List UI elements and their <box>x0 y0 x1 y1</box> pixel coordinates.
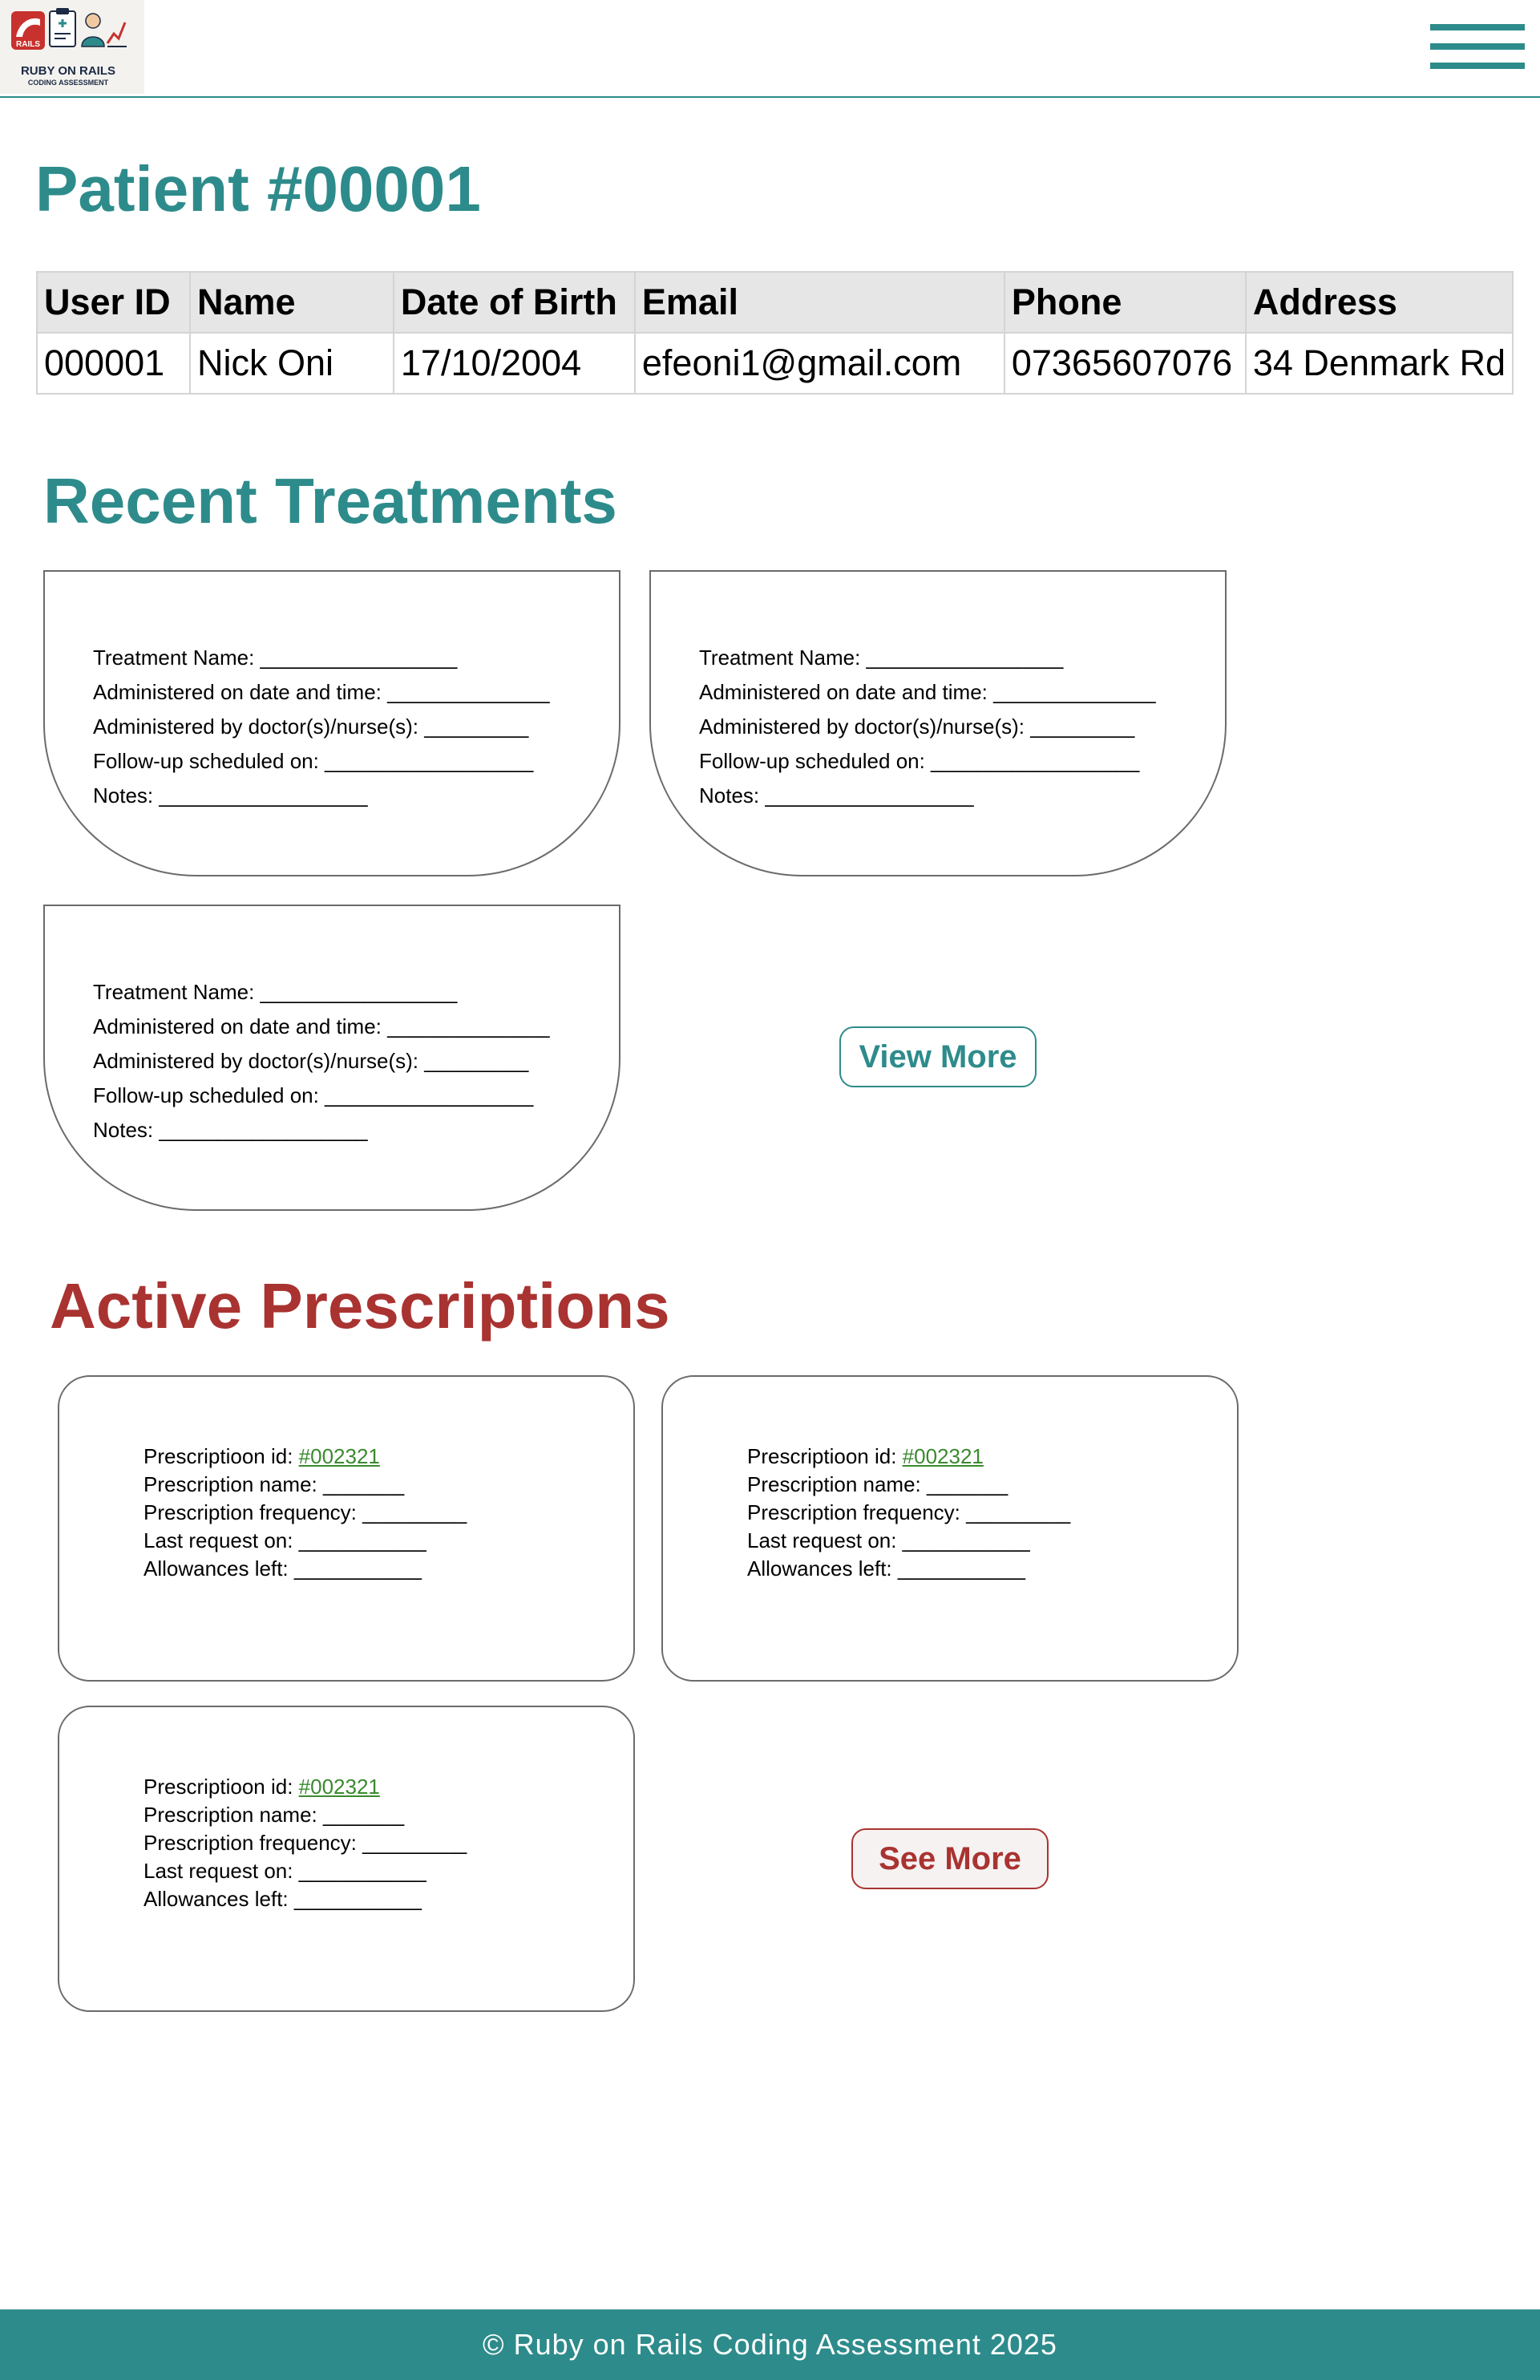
prescription-frequency-line: Prescription frequency: _________ <box>747 1500 1071 1524</box>
hamburger-icon[interactable] <box>1430 24 1525 74</box>
cell-address: 34 Denmark Rd <box>1244 332 1514 395</box>
administered-by-line: Administered by doctor(s)/nurse(s): ____… <box>93 714 529 739</box>
site-header: RAILS RUBY ON RAILS CODING ASSESSMENT <box>0 0 1540 98</box>
cell-dob: 17/10/2004 <box>392 332 636 395</box>
allowances-left-line: Allowances left: ___________ <box>143 1887 422 1911</box>
follow-up-line: Follow-up scheduled on: ________________… <box>699 749 1140 773</box>
treatment-details: Treatment Name: _________________ Admini… <box>93 975 550 1148</box>
prescription-id-line: Prescriptioon id: #002321 <box>143 1773 467 1801</box>
follow-up-line: Follow-up scheduled on: ________________… <box>93 749 534 773</box>
view-more-button[interactable]: View More <box>839 1026 1037 1087</box>
prescription-frequency-line: Prescription frequency: _________ <box>143 1831 467 1855</box>
prescription-card[interactable]: Prescriptioon id: #002321 Prescription n… <box>58 1706 635 2012</box>
prescription-id-link[interactable]: #002321 <box>299 1444 380 1468</box>
administered-date-line: Administered on date and time: _________… <box>699 680 1156 704</box>
prescription-name-line: Prescription name: _______ <box>747 1472 1008 1496</box>
prescription-id-link[interactable]: #002321 <box>903 1444 984 1468</box>
administered-by-line: Administered by doctor(s)/nurse(s): ____… <box>93 1049 529 1073</box>
column-header-phone: Phone <box>1003 271 1247 334</box>
prescription-id-line: Prescriptioon id: #002321 <box>143 1443 467 1471</box>
prescription-name-line: Prescription name: _______ <box>143 1472 405 1496</box>
prescription-details: Prescriptioon id: #002321 Prescription n… <box>143 1773 467 1913</box>
last-request-line: Last request on: ___________ <box>143 1528 426 1552</box>
administered-by-line: Administered by doctor(s)/nurse(s): ____… <box>699 714 1135 739</box>
hamburger-bar <box>1430 63 1525 69</box>
table-row: 000001 Nick Oni 17/10/2004 efeoni1@gmail… <box>36 332 1514 395</box>
prescription-frequency-line: Prescription frequency: _________ <box>143 1500 467 1524</box>
treatment-name-line: Treatment Name: _________________ <box>93 980 458 1004</box>
prescription-details: Prescriptioon id: #002321 Prescription n… <box>143 1443 467 1583</box>
prescription-card[interactable]: Prescriptioon id: #002321 Prescription n… <box>58 1375 635 1682</box>
app-logo[interactable]: RAILS RUBY ON RAILS CODING ASSESSMENT <box>0 0 144 94</box>
prescription-id-label: Prescriptioon id: <box>143 1775 299 1799</box>
treatments-heading: Recent Treatments <box>43 465 617 536</box>
treatment-name-line: Treatment Name: _________________ <box>699 646 1064 670</box>
column-header-name: Name <box>188 271 394 334</box>
prescription-name-line: Prescription name: _______ <box>143 1803 405 1827</box>
last-request-line: Last request on: ___________ <box>143 1859 426 1883</box>
logo-badge: RAILS <box>16 40 40 49</box>
prescription-id-label: Prescriptioon id: <box>747 1444 903 1468</box>
treatment-name-line: Treatment Name: _________________ <box>93 646 458 670</box>
cell-phone: 07365607076 <box>1003 332 1247 395</box>
prescriptions-heading: Active Prescriptions <box>50 1270 670 1342</box>
hamburger-bar <box>1430 24 1525 30</box>
notes-line: Notes: __________________ <box>93 783 368 808</box>
logo-title: RUBY ON RAILS <box>20 64 116 78</box>
notes-line: Notes: __________________ <box>93 1118 368 1142</box>
patient-info-table: User ID Name Date of Birth Email Phone A… <box>36 271 1514 395</box>
treatment-card[interactable]: Treatment Name: _________________ Admini… <box>43 905 620 1211</box>
column-header-address: Address <box>1244 271 1514 334</box>
column-header-email: Email <box>633 271 1005 334</box>
allowances-left-line: Allowances left: ___________ <box>747 1556 1025 1581</box>
last-request-line: Last request on: ___________ <box>747 1528 1030 1552</box>
prescription-card[interactable]: Prescriptioon id: #002321 Prescription n… <box>661 1375 1239 1682</box>
see-more-button[interactable]: See More <box>851 1828 1049 1889</box>
cell-user-id: 000001 <box>36 332 191 395</box>
allowances-left-line: Allowances left: ___________ <box>143 1556 422 1581</box>
column-header-user-id: User ID <box>36 271 191 334</box>
administered-date-line: Administered on date and time: _________… <box>93 680 550 704</box>
page-title: Patient #00001 <box>35 153 481 225</box>
site-footer: © Ruby on Rails Coding Assessment 2025 <box>0 2309 1540 2380</box>
cell-email: efeoni1@gmail.com <box>633 332 1005 395</box>
treatment-card[interactable]: Treatment Name: _________________ Admini… <box>43 570 620 876</box>
prescription-id-line: Prescriptioon id: #002321 <box>747 1443 1070 1471</box>
prescription-id-link[interactable]: #002321 <box>299 1775 380 1799</box>
logo-graphic: RAILS <box>11 8 127 50</box>
administered-date-line: Administered on date and time: _________… <box>93 1014 550 1038</box>
treatment-details: Treatment Name: _________________ Admini… <box>699 641 1156 813</box>
prescription-details: Prescriptioon id: #002321 Prescription n… <box>747 1443 1070 1583</box>
cell-name: Nick Oni <box>188 332 394 395</box>
table-header-row: User ID Name Date of Birth Email Phone A… <box>36 271 1514 334</box>
column-header-dob: Date of Birth <box>392 271 636 334</box>
follow-up-line: Follow-up scheduled on: ________________… <box>93 1083 534 1107</box>
footer-text: © Ruby on Rails Coding Assessment 2025 <box>483 2328 1057 2361</box>
treatment-details: Treatment Name: _________________ Admini… <box>93 641 550 813</box>
notes-line: Notes: __________________ <box>699 783 974 808</box>
prescription-id-label: Prescriptioon id: <box>143 1444 299 1468</box>
treatment-card[interactable]: Treatment Name: _________________ Admini… <box>649 570 1227 876</box>
logo-subtitle: CODING ASSESSMENT <box>27 79 109 87</box>
hamburger-bar <box>1430 43 1525 50</box>
